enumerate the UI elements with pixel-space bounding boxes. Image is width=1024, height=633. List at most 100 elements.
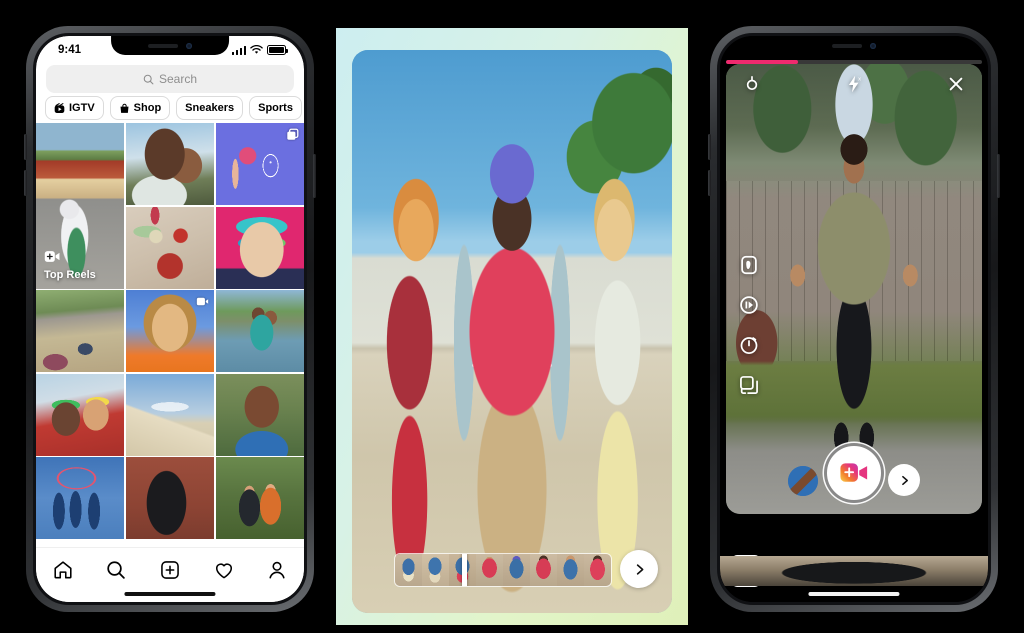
camera-viewport[interactable]: x [726,64,982,514]
grid-item[interactable] [125,206,215,289]
category-pill-shop[interactable]: Shop [109,96,171,120]
timeline-frame[interactable] [395,554,422,586]
notch [111,36,229,55]
speed-icon [740,296,758,314]
timeline-playhead[interactable] [461,554,467,586]
status-indicators [231,45,288,55]
reel-video-frame[interactable] [352,50,672,613]
grid-item-reel[interactable] [125,290,215,372]
home-indicator [124,592,216,596]
heart-icon[interactable] [213,559,235,581]
igtv-icon [54,102,65,113]
search-placeholder: Search [158,72,198,86]
volume-down-button[interactable] [708,170,711,196]
right-phone-bezel: x [717,33,991,605]
grid-item[interactable] [125,457,215,539]
last-media-thumbnail[interactable] [720,555,988,587]
add-post-icon[interactable] [159,559,181,581]
search-icon[interactable] [105,559,127,581]
pill-label: Shop [133,102,162,114]
grid-item[interactable] [36,373,125,456]
svg-text:x: x [858,77,861,83]
pill-label: Sports [258,102,293,114]
grid-item[interactable] [36,457,125,539]
reel-dancer-center [352,50,672,613]
grid-item[interactable] [215,206,304,289]
clip-timeline[interactable] [394,553,612,587]
right-phone-screen: x [720,36,988,602]
wifi-icon [250,45,263,54]
grid-item[interactable] [215,373,304,456]
cellular-bars-icon [231,45,246,55]
reels-add-video-icon [44,250,60,262]
grid-item[interactable] [215,290,304,372]
timeline-frame[interactable] [584,554,611,586]
front-camera [186,42,192,49]
speed-tool[interactable] [738,294,760,316]
recording-progress-bar [726,60,982,64]
multi-photo-icon [287,128,299,140]
category-pill-row[interactable]: IGTV Shop Sneakers Sports [36,93,304,123]
effects-tool[interactable] [738,254,760,276]
left-phone-device: 9:41 Search IGTV Shop Sneakers Sports To… [24,26,316,612]
timeline-frame[interactable] [503,554,530,586]
category-pill-sports[interactable]: Sports [249,96,302,120]
reels-video-icon [196,297,209,306]
align-tool[interactable] [738,374,760,396]
grid-item[interactable] [125,123,215,205]
camera-settings-icon[interactable] [742,74,762,94]
grid-item-top-reels[interactable]: Top Reels [36,123,125,289]
earpiece-speaker [832,43,862,48]
earpiece-speaker [148,43,178,48]
power-button[interactable] [313,154,316,198]
reel-next-button[interactable] [620,550,658,588]
camera-shutter-row[interactable] [726,444,982,502]
timer-tool[interactable] [738,334,760,356]
camera-mode-row[interactable]: IVE CREATE REELS NORMAL BO [720,555,988,587]
search-input[interactable]: Search [46,65,294,93]
category-pill-sneakers[interactable]: Sneakers [176,96,244,120]
timeline-frame[interactable] [530,554,557,586]
record-button[interactable] [827,446,881,500]
volume-up-button[interactable] [24,134,27,160]
timeline-frame[interactable] [557,554,584,586]
timeline-frame[interactable] [476,554,503,586]
effects-icon [741,255,757,275]
volume-up-button[interactable] [708,134,711,160]
profile-icon[interactable] [266,559,288,581]
flash-off-icon[interactable]: x [844,74,864,94]
front-camera [870,42,876,49]
shopping-bag-icon [120,103,129,113]
battery-full-icon [267,45,288,55]
camera-top-controls[interactable]: x [726,74,982,94]
center-reel-panel [336,28,688,625]
pill-label: Sneakers [185,102,235,114]
status-time: 9:41 [58,44,82,56]
notch [795,36,913,55]
timeline-frame[interactable] [422,554,449,586]
grid-item[interactable] [36,290,125,372]
volume-down-button[interactable] [24,170,27,196]
explore-grid[interactable]: Top Reels [36,123,304,539]
home-icon[interactable] [52,559,74,581]
screenshot-root: 9:41 Search IGTV Shop Sneakers Sports To… [0,0,1024,633]
top-reels-label: Top Reels [44,268,96,281]
power-button[interactable] [997,154,1000,198]
left-phone-bezel: 9:41 Search IGTV Shop Sneakers Sports To… [33,33,307,605]
grid-item[interactable] [125,373,215,456]
grid-item-multi[interactable] [215,123,304,205]
home-indicator [808,592,900,596]
left-phone-screen: 9:41 Search IGTV Shop Sneakers Sports To… [36,36,304,602]
chevron-right-icon [636,563,643,575]
reels-add-video-icon [840,463,868,482]
timer-icon [740,337,758,354]
camera-tool-rail[interactable] [738,254,760,396]
recording-progress-fill [726,60,798,64]
search-icon [143,74,154,84]
close-icon[interactable] [946,74,966,94]
pill-label: IGTV [69,102,95,114]
right-phone-device: x [708,26,1000,612]
grid-item[interactable] [215,457,304,539]
category-pill-igtv[interactable]: IGTV [45,96,104,120]
align-icon [740,376,758,394]
